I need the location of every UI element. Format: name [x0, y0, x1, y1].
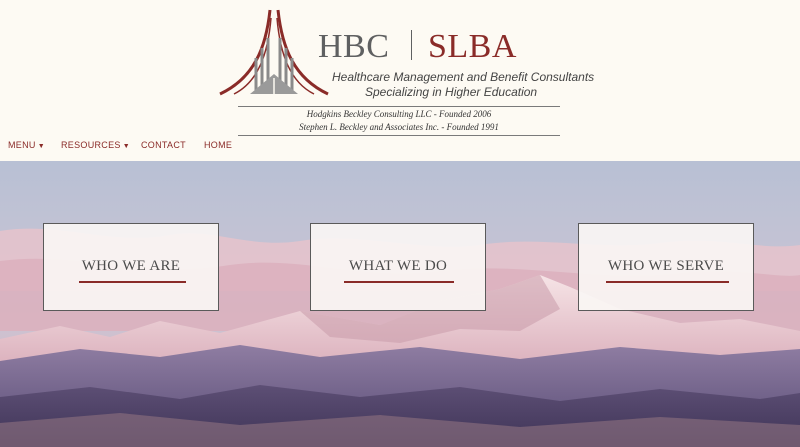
card-who-we-serve-label: WHO WE SERVE	[607, 258, 725, 274]
logo-hbc-text[interactable]: HBC	[318, 28, 389, 66]
nav-resources[interactable]: RESOURCES ▼	[61, 140, 130, 150]
divider-bottom	[238, 135, 560, 136]
nav-contact[interactable]: CONTACT	[141, 140, 186, 150]
nav-menu[interactable]: MENU ▼	[8, 140, 45, 150]
logo-slba-text[interactable]: SLBA	[428, 28, 517, 66]
card-what-we-do-label: WHAT WE DO	[348, 258, 448, 274]
card-who-we-are-label: WHO WE ARE	[81, 258, 181, 274]
founded-line-1: Hodgkins Beckley Consulting LLC - Founde…	[306, 109, 492, 119]
card-who-we-are-underline	[79, 281, 186, 283]
caret-down-icon: ▼	[37, 143, 45, 150]
bridge-logo-icon[interactable]	[214, 8, 334, 98]
nav-resources-label: RESOURCES	[61, 140, 121, 150]
card-who-we-serve[interactable]: WHO WE SERVE	[578, 223, 754, 311]
tagline-line-1: Healthcare Management and Benefit Consul…	[332, 70, 595, 84]
card-who-we-serve-underline	[606, 281, 729, 283]
card-what-we-do-underline	[344, 281, 454, 283]
tagline-line-2: Specializing in Higher Education	[365, 85, 538, 99]
nav-menu-label: MENU	[8, 140, 36, 150]
logo-divider	[411, 30, 412, 60]
site-header: HBC SLBA Healthcare Management and Benef…	[0, 0, 800, 161]
founded-line-2: Stephen L. Beckley and Associates Inc. -…	[299, 122, 499, 132]
caret-down-icon: ▼	[122, 143, 130, 150]
nav-home[interactable]: HOME	[204, 140, 232, 150]
card-what-we-do[interactable]: WHAT WE DO	[310, 223, 486, 311]
card-who-we-are[interactable]: WHO WE ARE	[43, 223, 219, 311]
divider-top	[238, 106, 560, 107]
